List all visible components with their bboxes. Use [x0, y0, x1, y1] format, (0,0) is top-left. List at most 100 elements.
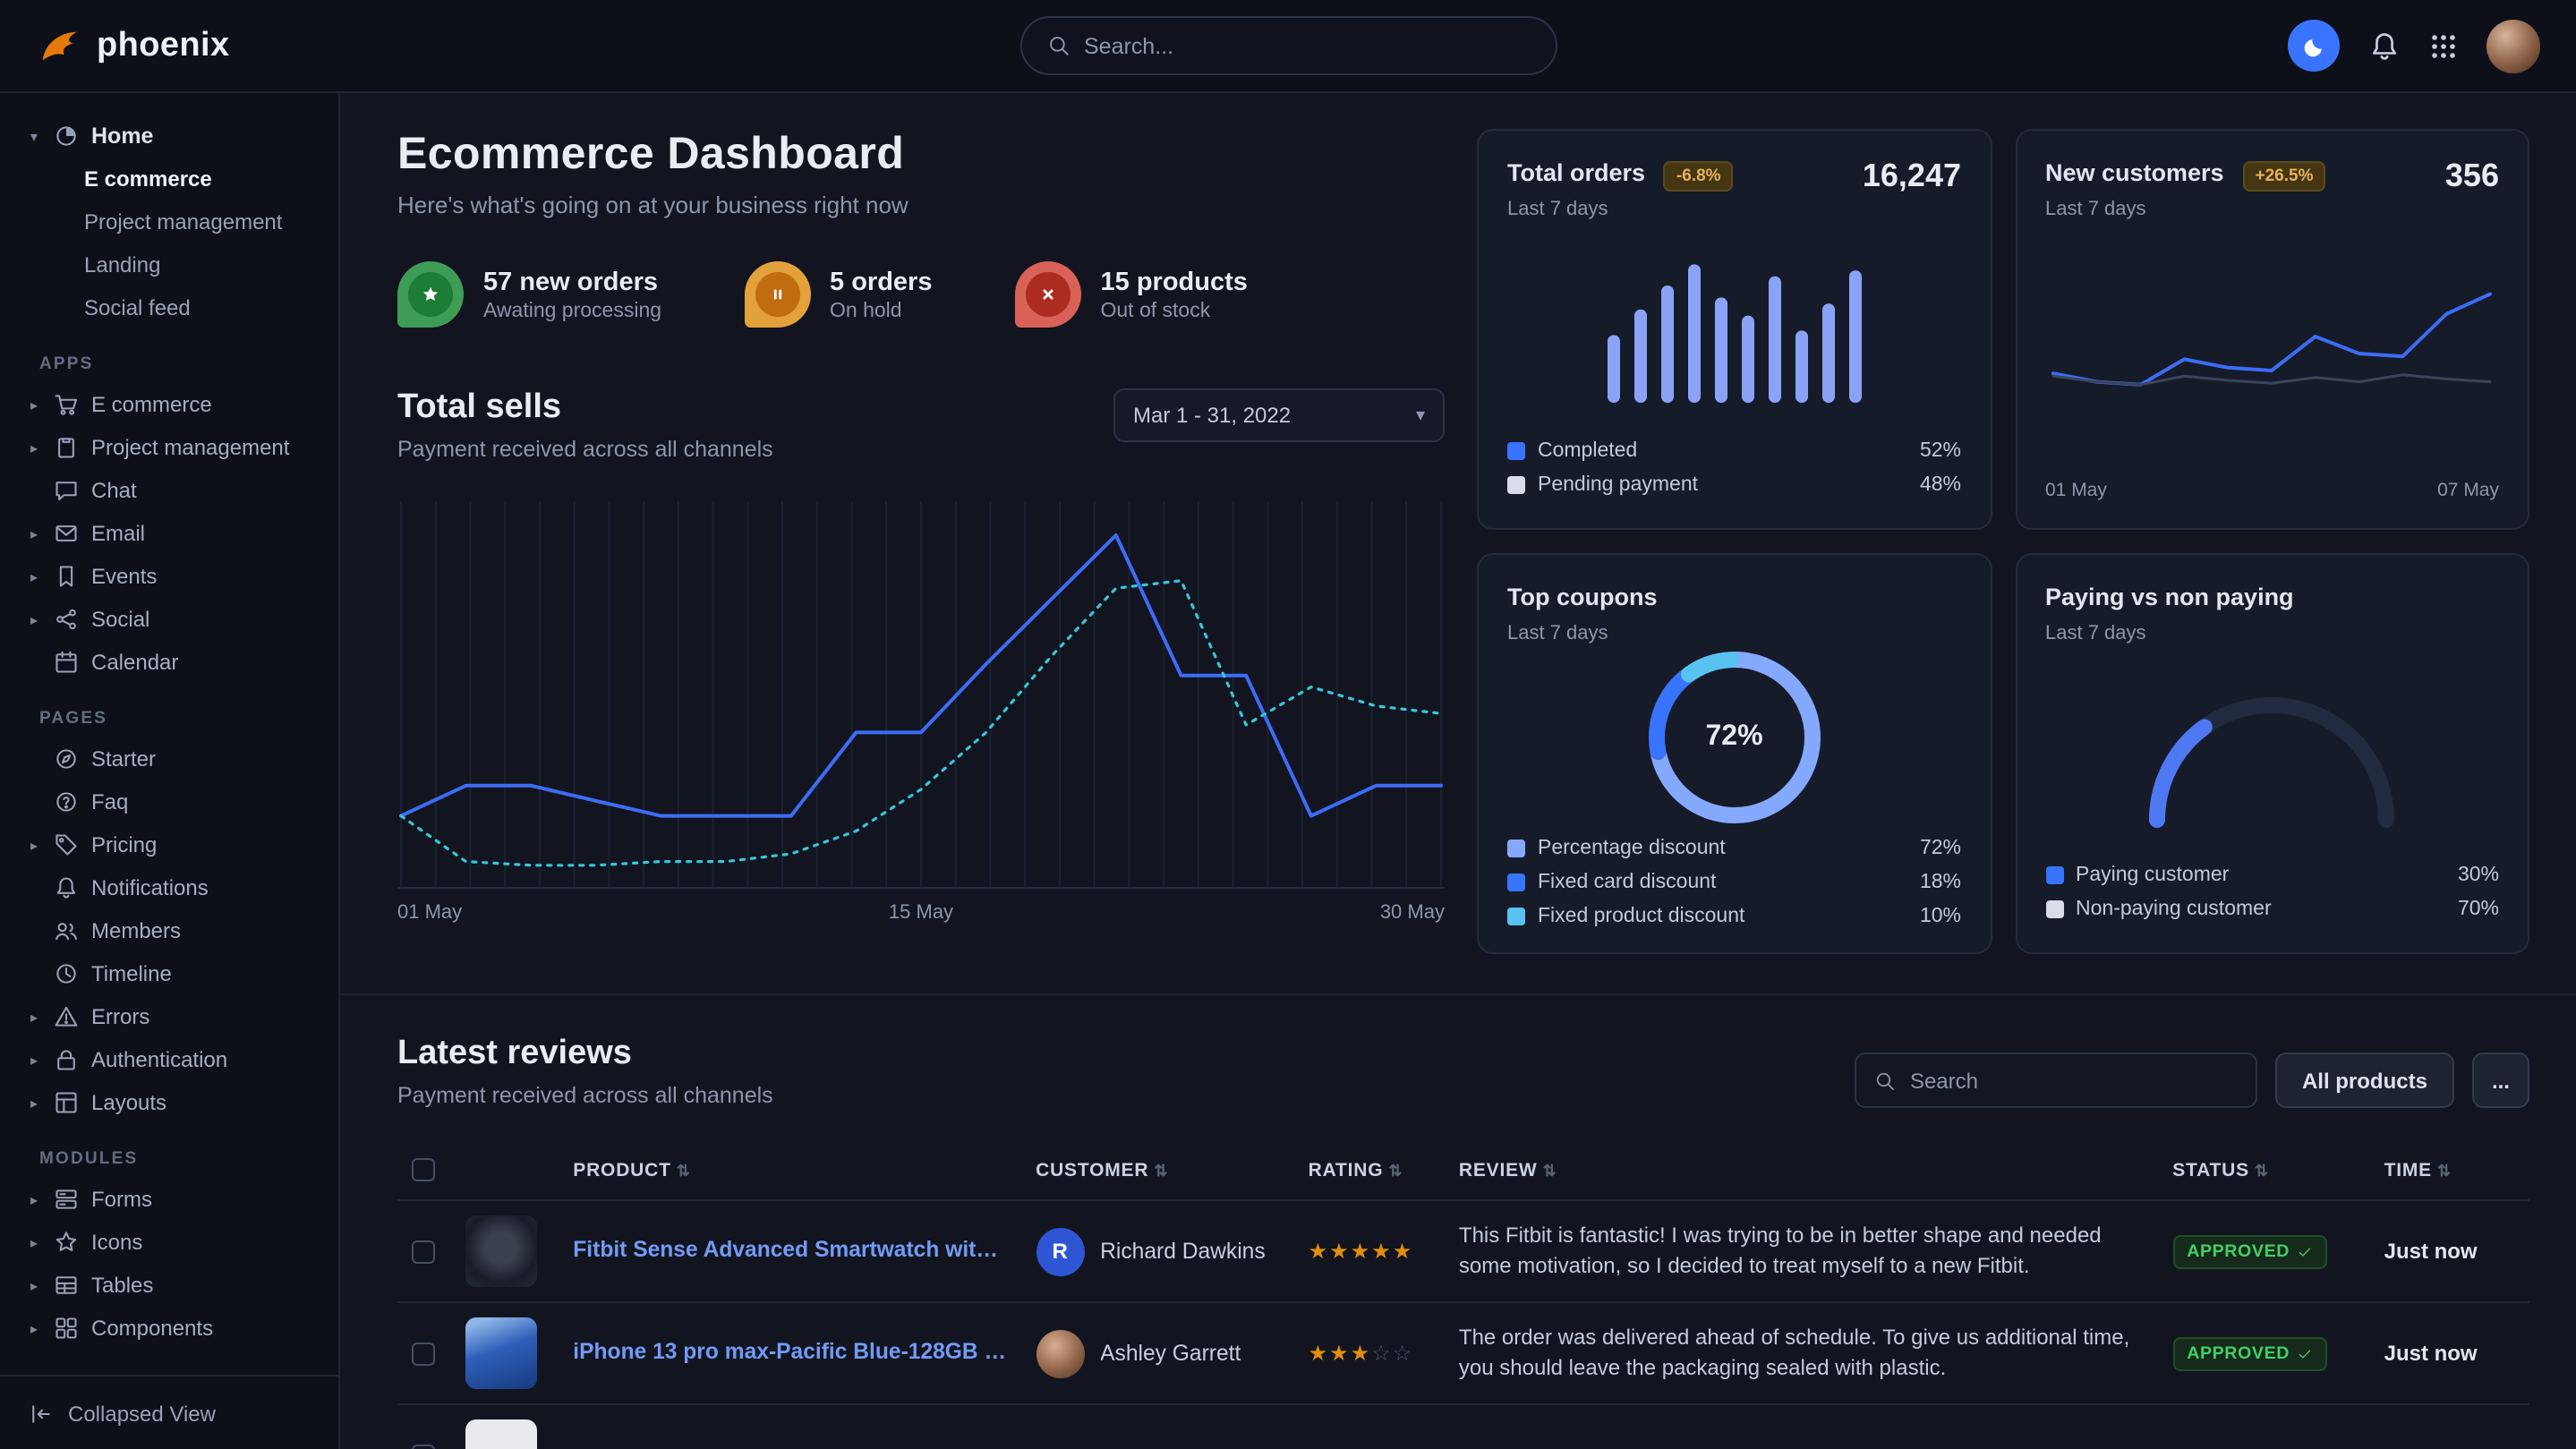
sidebar-item-icons[interactable]: ▸Icons — [21, 1221, 324, 1264]
moon-icon — [2301, 33, 2326, 58]
customer-avatar — [1036, 1329, 1084, 1377]
column-header-status[interactable]: STATUS⇅ — [2158, 1144, 2369, 1200]
date-range-value: Mar 1 - 31, 2022 — [1133, 403, 1291, 428]
column-header-product[interactable]: PRODUCT⇅ — [559, 1144, 1021, 1200]
card-title: Total orders — [1507, 159, 1645, 186]
sidebar-item-notifications[interactable]: Notifications — [21, 866, 324, 909]
top-navbar: phoenix — [0, 0, 2576, 93]
paying-card: Paying vs non paying Last 7 days Paying … — [2015, 553, 2529, 954]
cell-status: APPROVED — [2158, 1302, 2369, 1404]
sort-icon[interactable]: ⇅ — [1154, 1161, 1168, 1179]
sidebar-item-tables[interactable]: ▸Tables — [21, 1264, 324, 1307]
trend-badge: +26.5% — [2243, 161, 2326, 192]
sidebar-item-starter[interactable]: Starter — [21, 737, 324, 780]
sidebar-subitem-e-commerce[interactable]: E commerce — [21, 158, 324, 200]
column-header-time[interactable]: TIME⇅ — [2370, 1144, 2529, 1200]
stat-cards-grid: Total orders -6.8% Last 7 days 16,247 Co… — [1477, 129, 2529, 954]
select-all-checkbox[interactable] — [412, 1158, 435, 1181]
sidebar-item-calendar[interactable]: Calendar — [21, 641, 324, 684]
search-input[interactable] — [1084, 33, 1530, 58]
column-header-rating[interactable]: RATING⇅ — [1294, 1144, 1445, 1200]
customer: Ashley Garrett — [1036, 1329, 1280, 1377]
sidebar-subitem-landing[interactable]: Landing — [21, 243, 324, 286]
search-icon — [1046, 34, 1070, 57]
main-content: Ecommerce Dashboard Here's what's going … — [340, 93, 2576, 1449]
sort-icon[interactable]: ⇅ — [1388, 1161, 1403, 1179]
x-tick: 01 May — [2045, 480, 2107, 501]
clipboard-icon — [54, 435, 81, 460]
sidebar-item-home[interactable]: ▾Home — [21, 115, 324, 158]
sidebar-item-events[interactable]: ▸Events — [21, 555, 324, 598]
sidebar-item-timeline[interactable]: Timeline — [21, 952, 324, 995]
review-text — [1445, 1404, 2158, 1449]
reviews-title: Latest reviews — [397, 1035, 773, 1074]
global-search[interactable] — [1019, 16, 1557, 75]
reviews-search-input[interactable] — [1910, 1068, 2238, 1093]
chevron-icon: ▸ — [25, 1191, 43, 1207]
rating-stars-filled: ★★★ — [1309, 1341, 1372, 1366]
sidebar-section-title: APPS — [39, 354, 324, 374]
sidebar: ▾HomeE commerceProject managementLanding… — [0, 93, 340, 1449]
sidebar-item-label: Chat — [91, 478, 137, 503]
sort-icon[interactable]: ⇅ — [2437, 1161, 2452, 1179]
legend-item: Fixed product discount10% — [1507, 899, 1961, 933]
apps-menu-button[interactable] — [2429, 31, 2458, 60]
sort-icon[interactable]: ⇅ — [2255, 1161, 2269, 1179]
chevron-icon: ▸ — [25, 1009, 43, 1025]
customer-name: Richard Dawkins — [1100, 1239, 1266, 1264]
legend-swatch — [1507, 839, 1525, 857]
chevron-icon: ▸ — [25, 525, 43, 541]
sidebar-item-authentication[interactable]: ▸Authentication — [21, 1038, 324, 1081]
date-range-select[interactable]: Mar 1 - 31, 2022 ▾ — [1113, 388, 1445, 442]
sidebar-item-components[interactable]: ▸Components — [21, 1307, 324, 1350]
sidebar-item-project-management[interactable]: ▸Project management — [21, 426, 324, 469]
legend-item: Percentage discount72% — [1507, 831, 1961, 865]
sidebar-item-errors[interactable]: ▸Errors — [21, 995, 324, 1038]
sidebar-subitem-project-management[interactable]: Project management — [21, 200, 324, 243]
cell-product — [559, 1404, 1021, 1449]
column-header-review[interactable]: REVIEW⇅ — [1445, 1144, 2158, 1200]
sidebar-item-forms[interactable]: ▸Forms — [21, 1178, 324, 1221]
bookmark-icon — [54, 564, 81, 589]
sidebar-item-layouts[interactable]: ▸Layouts — [21, 1081, 324, 1124]
more-options-button[interactable]: ... — [2472, 1053, 2529, 1108]
cell-rating — [1294, 1404, 1445, 1449]
sidebar-subitem-social-feed[interactable]: Social feed — [21, 286, 324, 329]
legend-label: Fixed product discount — [1538, 905, 1744, 926]
sidebar-item-chat[interactable]: Chat — [21, 469, 324, 512]
sort-icon[interactable]: ⇅ — [677, 1161, 691, 1179]
cell-rating: ★★★★★ — [1294, 1200, 1445, 1302]
sidebar-item-label: Notifications — [91, 875, 209, 900]
sidebar-item-email[interactable]: ▸Email — [21, 512, 324, 555]
collapsed-view-button[interactable]: Collapsed View — [0, 1375, 338, 1449]
card-period: Last 7 days — [2045, 199, 2326, 220]
product-link[interactable]: iPhone 13 pro max-Pacific Blue-128GB sto… — [573, 1338, 1007, 1363]
row-checkbox[interactable] — [412, 1342, 435, 1366]
sidebar-item-label: Calendar — [91, 650, 178, 675]
product-link[interactable]: Fitbit Sense Advanced Smartwatch with To… — [573, 1236, 1007, 1261]
reviews-search[interactable] — [1855, 1053, 2257, 1108]
sort-icon[interactable]: ⇅ — [1543, 1161, 1557, 1179]
sidebar-item-faq[interactable]: Faq — [21, 780, 324, 823]
sidebar-item-social[interactable]: ▸Social — [21, 598, 324, 641]
stat-awating-processing: 57 new ordersAwating processing — [397, 261, 661, 328]
brand-logo[interactable]: phoenix — [36, 22, 230, 69]
sidebar-item-e-commerce[interactable]: ▸E commerce — [21, 383, 324, 426]
theme-toggle-button[interactable] — [2288, 20, 2340, 72]
cell-product-image — [451, 1302, 559, 1404]
column-header-image — [451, 1144, 559, 1200]
page-title: Ecommerce Dashboard — [397, 129, 1445, 181]
user-avatar[interactable] — [2486, 19, 2540, 72]
all-products-button[interactable]: All products — [2275, 1053, 2454, 1108]
row-checkbox[interactable] — [412, 1240, 435, 1264]
reviews-toolbar: All products ... — [1855, 1053, 2529, 1108]
chevron-down-icon: ▾ — [1416, 405, 1425, 425]
stat-caption: Awating processing — [483, 300, 661, 321]
notifications-button[interactable] — [2368, 30, 2401, 62]
column-header-customer[interactable]: CUSTOMER⇅ — [1021, 1144, 1294, 1200]
sidebar-item-members[interactable]: Members — [21, 909, 324, 952]
legend-item: Non-paying customer70% — [2045, 891, 2499, 925]
sidebar-item-pricing[interactable]: ▸Pricing — [21, 823, 324, 866]
row-checkbox[interactable] — [412, 1445, 435, 1449]
cell-customer: RRichard Dawkins — [1021, 1200, 1294, 1302]
